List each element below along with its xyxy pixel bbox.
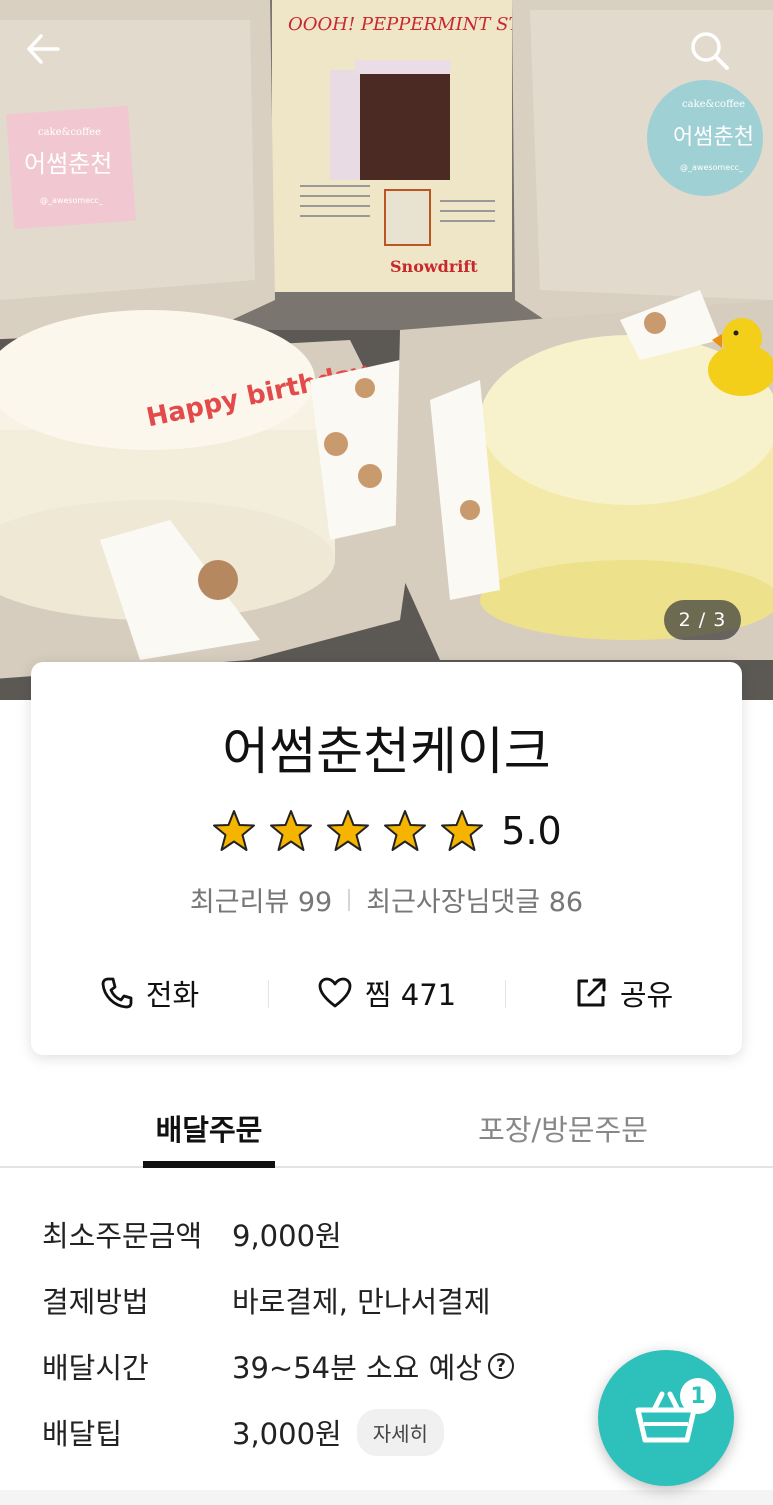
search-button[interactable] [689,30,749,90]
phone-icon [101,977,133,1009]
share-button[interactable]: 공유 [505,970,742,1016]
delivery-tip-text: 3,000원 [232,1417,342,1451]
tab-delivery[interactable]: 배달주문 [143,1104,275,1168]
divider [348,888,351,911]
tab-delivery-label: 배달주문 [155,1113,263,1147]
heart-icon [318,977,352,1008]
min-order-row: 최소주문금액 9,000원 [42,1206,742,1262]
star-icon [384,810,427,851]
rating-stars [211,808,485,854]
order-type-tabs: 배달주문 포장/방문주문 [0,1090,773,1168]
cake-photo-illustration: OOOH! PEPPERMINT STICK CAKE Snowdrift ca… [0,0,773,700]
call-label: 전화 [145,978,200,1012]
star-icon [270,810,313,851]
rating-row: 5.0 [31,808,742,854]
min-order-label: 최소주문금액 [42,1219,203,1253]
section-divider [0,1490,773,1505]
store-photo[interactable]: OOOH! PEPPERMINT STICK CAKE Snowdrift ca… [0,0,773,700]
like-button[interactable]: 찜 471 [268,970,505,1016]
delivery-time-text: 39~54분 소요 예상 [232,1351,482,1385]
cart-button[interactable]: 1 [598,1350,734,1486]
star-icon [441,810,484,851]
tab-pickup[interactable]: 포장/방문주문 [470,1104,656,1152]
help-icon[interactable]: ? [487,1353,514,1379]
store-actions: 전화 찜 471 공유 [31,970,742,1016]
star-icon [213,810,256,851]
delivery-tip-value: 3,000원 자세히 [232,1408,444,1456]
active-tab-indicator [143,1161,275,1168]
right-sticker-top: cake&coffee [682,99,745,110]
share-icon [577,978,606,1007]
delivery-tip-label: 배달팁 [42,1417,123,1451]
photo-page-indicator: 2 / 3 [664,600,741,640]
call-button[interactable]: 전화 [31,970,268,1016]
right-sticker-handle: @_awesomecc_ [680,163,744,172]
rating-value: 5.0 [501,809,562,853]
search-icon [691,32,729,70]
review-summary[interactable]: 최근리뷰 99 최근사장님댓글 86 [31,880,742,919]
like-label: 찜 471 [364,978,457,1012]
cart-count-badge: 1 [680,1378,716,1414]
back-button[interactable] [24,30,84,90]
share-label: 공유 [619,978,674,1012]
payment-row: 결제방법 바로결제, 만나서결제 [42,1272,742,1328]
store-name: 어썸춘천케이크 [222,723,551,782]
left-sticker-top: cake&coffee [38,127,101,138]
arrow-left-icon [27,34,60,64]
store-info-card: 어썸춘천케이크 5.0 최근리뷰 99 최근사장님댓글 86 전화 찜 471 … [31,662,742,1055]
tip-detail-button[interactable]: 자세히 [356,1408,444,1456]
owner-replies-count[interactable]: 최근사장님댓글 86 [366,880,583,919]
payment-label: 결제방법 [42,1285,149,1319]
delivery-time-label: 배달시간 [42,1351,149,1385]
tab-pickup-label: 포장/방문주문 [478,1113,648,1147]
left-sticker-handle: @_awesomecc_ [40,196,104,205]
min-order-value: 9,000원 [232,1219,342,1253]
payment-value: 바로결제, 만나서결제 [232,1285,491,1319]
recent-reviews-count[interactable]: 최근리뷰 99 [190,880,332,919]
poster-brand: Snowdrift [390,257,478,276]
left-sticker-main: 어썸춘천 [24,150,112,178]
star-icon [327,810,370,851]
right-sticker-main: 어썸춘천 [673,125,754,150]
delivery-time-value: 39~54분 소요 예상 ? [232,1345,514,1387]
